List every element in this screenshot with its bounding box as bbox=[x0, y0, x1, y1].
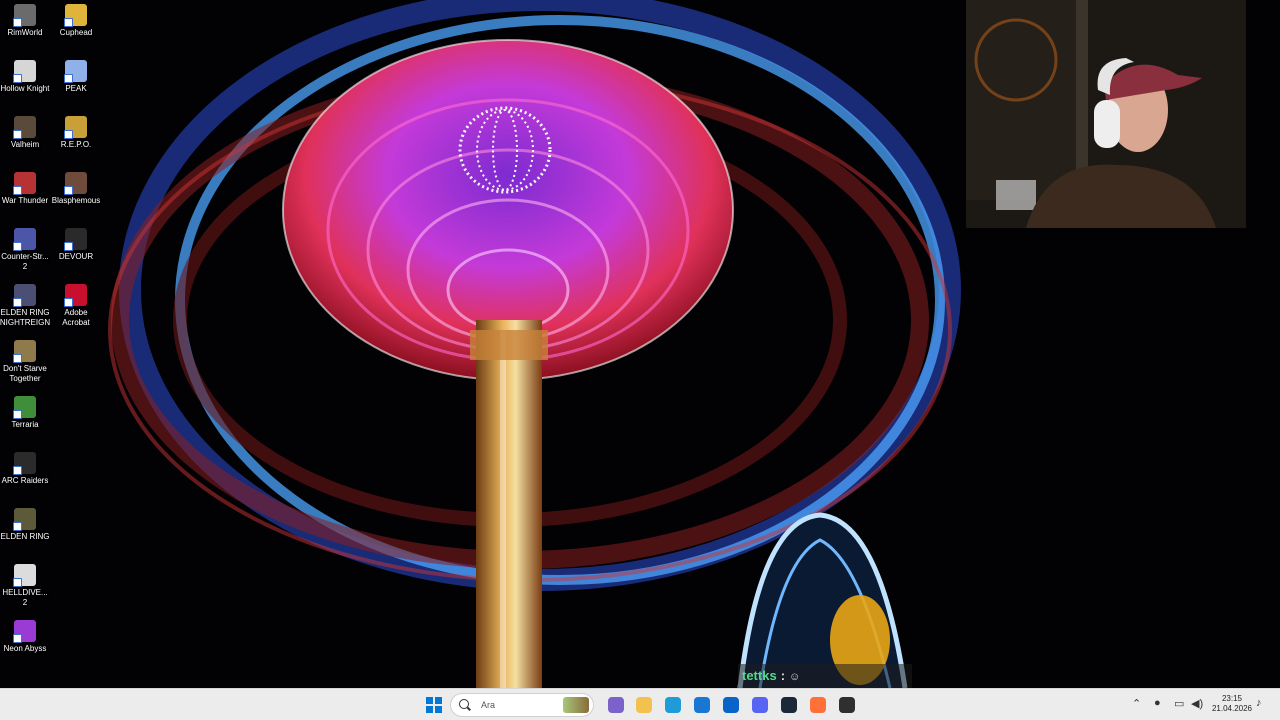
desktop-icon-label: Blasphemous bbox=[51, 196, 101, 205]
desktop-icon[interactable]: Hollow Knight bbox=[0, 56, 51, 94]
elden-ring-icon bbox=[13, 508, 36, 531]
show-hidden-icons-chevron-icon[interactable]: ⌃ bbox=[1132, 697, 1141, 710]
taskbar-clock[interactable]: 23:15 21.04.2026 bbox=[1208, 694, 1256, 714]
desktop-icon[interactable]: Don't Starve Together bbox=[0, 336, 51, 384]
folder-icon bbox=[636, 697, 652, 713]
edge-icon bbox=[665, 697, 681, 713]
devour-icon bbox=[64, 228, 87, 251]
repo-icon bbox=[64, 116, 87, 139]
taskbar-task-view-button[interactable] bbox=[604, 693, 628, 717]
widgets-icon bbox=[608, 697, 624, 713]
store-icon bbox=[694, 697, 710, 713]
taskbar-search-box[interactable]: Ara bbox=[450, 693, 594, 717]
taskbar-discord-button[interactable] bbox=[748, 693, 772, 717]
desktop-icon-label: HELLDIVE... 2 bbox=[2, 588, 48, 607]
desktop-icon-label: Cuphead bbox=[59, 28, 93, 37]
taskbar: Ara ⌃ ● ▭ ◀) 23:15 21.04.2026 ♪ bbox=[0, 688, 1280, 720]
desktop-icon[interactable]: Valheim bbox=[0, 112, 51, 150]
clock-date: 21.04.2026 bbox=[1211, 704, 1253, 713]
counter-strike-icon bbox=[13, 228, 36, 251]
war-thunder-icon bbox=[13, 172, 36, 195]
desktop-icon-label: ARC Raiders bbox=[1, 476, 49, 485]
taskbar-file-explorer-button[interactable] bbox=[632, 693, 656, 717]
desktop-icon[interactable]: R.E.P.O. bbox=[50, 112, 102, 150]
blasphemous-icon bbox=[64, 172, 87, 195]
desktop-icon[interactable]: DEVOUR bbox=[50, 224, 102, 262]
desktop-icon[interactable]: Terraria bbox=[0, 392, 51, 430]
webcam-overlay bbox=[966, 0, 1246, 228]
search-icon bbox=[459, 699, 469, 709]
start-button[interactable] bbox=[422, 693, 446, 717]
desktop-icon[interactable]: HELLDIVE... 2 bbox=[0, 560, 51, 608]
desktop-icon-label: War Thunder bbox=[1, 196, 49, 205]
helldivers-icon bbox=[13, 564, 36, 587]
hollow-knight-icon bbox=[13, 60, 36, 83]
peak-icon bbox=[64, 60, 87, 83]
desktop-icon[interactable]: RimWorld bbox=[0, 0, 51, 38]
discord-icon bbox=[752, 697, 768, 713]
desktop-icon[interactable]: ARC Raiders bbox=[0, 448, 51, 486]
chat-emote-icon: ☺ bbox=[789, 671, 801, 683]
desktop-icon[interactable]: Neon Abyss bbox=[0, 616, 51, 654]
desktop-icon-label: Neon Abyss bbox=[3, 644, 47, 653]
search-placeholder: Ara bbox=[481, 700, 496, 710]
volume-icon[interactable]: ◀) bbox=[1191, 697, 1203, 710]
streamer-camera-feed bbox=[966, 0, 1246, 228]
taskbar-edge-button[interactable] bbox=[661, 693, 685, 717]
desktop-icon-label: DEVOUR bbox=[58, 252, 94, 261]
notification-bell-icon[interactable]: ♪ bbox=[1256, 697, 1262, 709]
desktop-icon-label: R.E.P.O. bbox=[60, 140, 92, 149]
desktop-icon-label: Don't Starve Together bbox=[3, 364, 47, 383]
microphone-icon[interactable]: ● bbox=[1154, 697, 1161, 709]
elden-ring-nightreign-icon bbox=[13, 284, 36, 307]
desktop-icon[interactable]: PEAK bbox=[50, 56, 102, 94]
desktop-icon-label: Counter-Str... 2 bbox=[1, 252, 49, 271]
outlook-icon bbox=[723, 697, 739, 713]
desktop-icon-label: ELDEN RING NIGHTREIGN bbox=[0, 308, 51, 327]
chat-separator: : bbox=[780, 668, 786, 683]
desktop-icon-label: ELDEN RING bbox=[0, 532, 50, 541]
clock-time: 23:15 bbox=[1221, 694, 1243, 703]
cuphead-icon bbox=[64, 4, 87, 27]
desktop-icon-label: Adobe Acrobat bbox=[62, 308, 90, 327]
network-icon[interactable]: ▭ bbox=[1174, 697, 1184, 710]
desktop-icon[interactable]: Blasphemous bbox=[50, 168, 102, 206]
obs-icon bbox=[839, 697, 855, 713]
taskbar-obs-button[interactable] bbox=[835, 693, 859, 717]
desktop-icon[interactable]: War Thunder bbox=[0, 168, 51, 206]
chat-message-overlay: tettks: ☺ bbox=[738, 664, 912, 688]
adobe-acrobat-icon bbox=[64, 284, 87, 307]
desktop-icon-label: Hollow Knight bbox=[0, 84, 50, 93]
steam-icon bbox=[781, 697, 797, 713]
windows-icon bbox=[426, 697, 442, 713]
desktop-icon-label: Terraria bbox=[11, 420, 39, 429]
desktop-icon[interactable]: Counter-Str... 2 bbox=[0, 224, 51, 272]
search-highlight-image bbox=[563, 697, 589, 713]
desktop-icon[interactable]: Cuphead bbox=[50, 0, 102, 38]
desktop-icon[interactable]: ELDEN RING bbox=[0, 504, 51, 542]
neon-abyss-icon bbox=[13, 620, 36, 643]
terraria-icon bbox=[13, 396, 36, 419]
taskbar-firefox-button[interactable] bbox=[806, 693, 830, 717]
taskbar-store-button[interactable] bbox=[690, 693, 714, 717]
chat-username: tettks bbox=[742, 668, 777, 683]
desktop-icon-label: RimWorld bbox=[7, 28, 43, 37]
firefox-icon bbox=[810, 697, 826, 713]
desktop-icon-label: Valheim bbox=[10, 140, 40, 149]
rimworld-icon bbox=[13, 4, 36, 27]
valheim-icon bbox=[13, 116, 36, 139]
taskbar-outlook-button[interactable] bbox=[719, 693, 743, 717]
desktop-icon-label: PEAK bbox=[65, 84, 87, 93]
taskbar-steam-button[interactable] bbox=[777, 693, 801, 717]
desktop-icon[interactable]: Adobe Acrobat bbox=[50, 280, 102, 328]
arc-raiders-icon bbox=[13, 452, 36, 475]
dont-starve-icon bbox=[13, 340, 36, 363]
desktop-icon[interactable]: ELDEN RING NIGHTREIGN bbox=[0, 280, 51, 328]
